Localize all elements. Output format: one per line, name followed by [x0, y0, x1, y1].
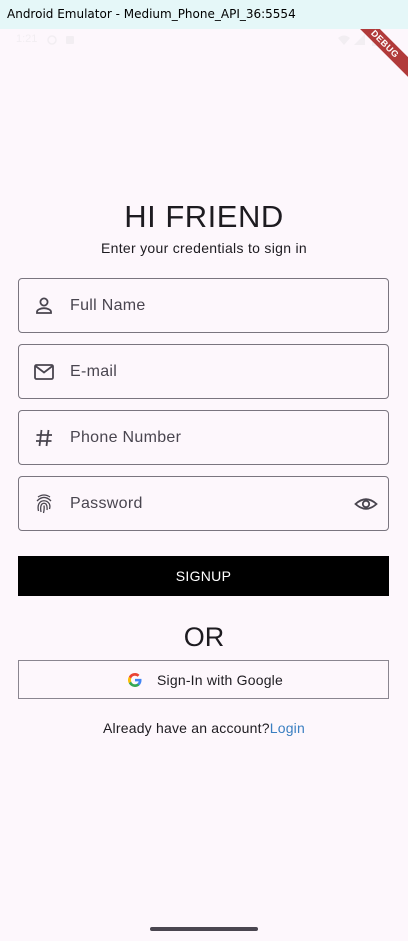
notification-icon: [66, 36, 74, 44]
sync-icon: [47, 35, 57, 45]
email-placeholder: E-mail: [70, 363, 118, 380]
window-titlebar: Android Emulator - Medium_Phone_API_36:5…: [0, 0, 408, 29]
phone-number-placeholder: Phone Number: [70, 429, 182, 446]
google-icon: [128, 673, 142, 687]
login-prompt: Already have an account?Login: [0, 720, 408, 736]
fingerprint-icon: [36, 494, 52, 514]
phone-number-field[interactable]: Phone Number: [18, 410, 389, 465]
email-field[interactable]: E-mail: [18, 344, 389, 399]
page-title: HI FRIEND: [124, 199, 284, 234]
password-field[interactable]: Password: [18, 476, 389, 531]
page-subtitle: Enter your credentials to sign in: [100, 240, 307, 256]
person-icon: [36, 297, 52, 314]
login-prompt-text: Already have an account?: [103, 720, 270, 736]
or-divider-label: OR: [183, 622, 225, 652]
login-link[interactable]: Login: [270, 720, 305, 736]
home-indicator[interactable]: [150, 927, 258, 931]
phone-screen: 1:21 DEBUG HI FRIEND Enter your credenti…: [0, 29, 408, 941]
google-signin-button[interactable]: Sign-In with Google: [18, 660, 389, 699]
hash-icon: [36, 429, 52, 447]
wifi-icon: [338, 35, 350, 45]
full-name-field[interactable]: Full Name: [18, 278, 389, 333]
signup-button[interactable]: SIGNUP: [18, 556, 389, 596]
mail-icon: [34, 364, 54, 380]
password-placeholder: Password: [70, 495, 143, 512]
status-bar: 1:21 DEBUG: [0, 29, 408, 81]
eye-icon[interactable]: [354, 492, 378, 516]
full-name-placeholder: Full Name: [70, 297, 146, 314]
status-time: 1:21: [16, 33, 38, 45]
signal-icon: [354, 34, 365, 45]
google-signin-label: Sign-In with Google: [157, 672, 283, 688]
